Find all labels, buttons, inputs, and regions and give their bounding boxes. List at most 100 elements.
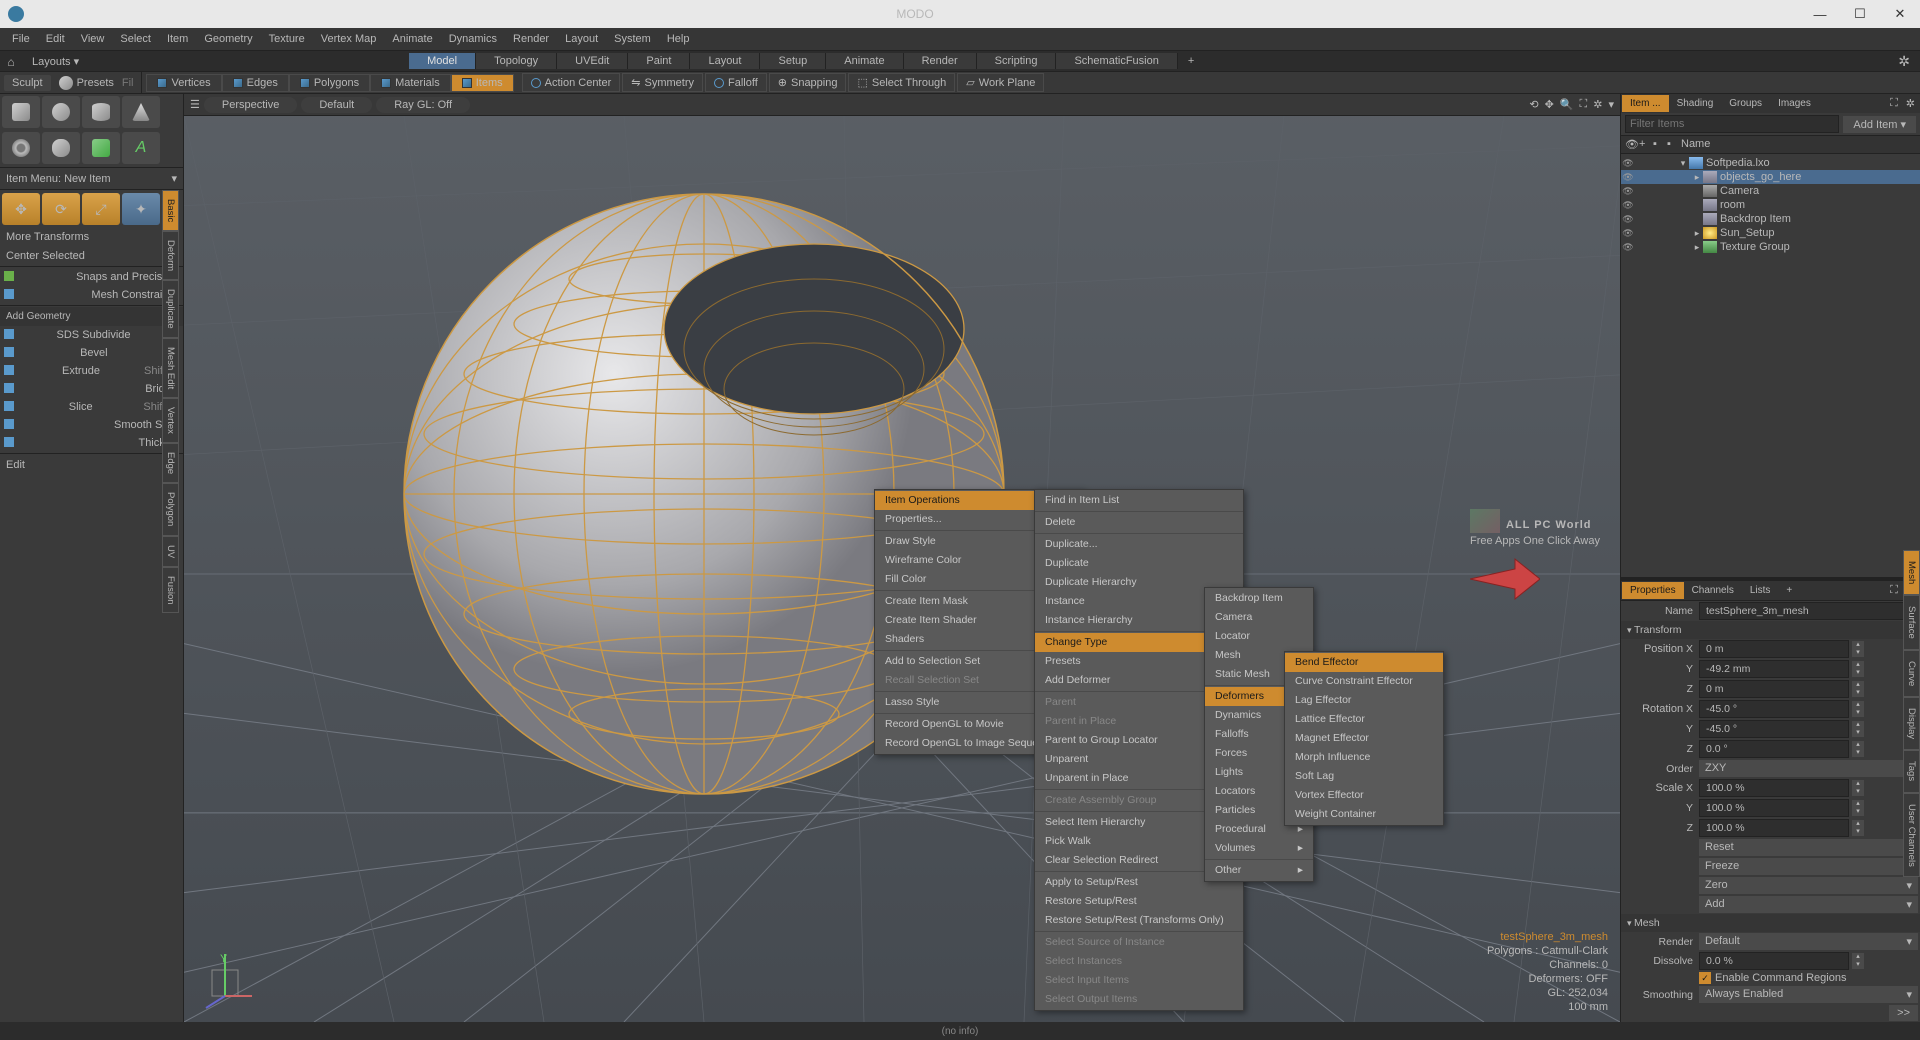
item-tree[interactable]: 👁▾Softpedia.lxo👁▸objects_go_here👁Camera👁… (1621, 154, 1920, 577)
item-menu-dropdown[interactable]: Item Menu: New Item▾ (0, 169, 183, 188)
scale-y-field[interactable]: 100.0 % (1699, 799, 1849, 817)
settings-gear-icon[interactable]: ✲ (1888, 53, 1920, 70)
context-menu-deformers[interactable]: Bend EffectorCurve Constraint EffectorLa… (1284, 651, 1444, 826)
menu-item[interactable]: Duplicate (1035, 554, 1243, 573)
tab-animate[interactable]: Animate (826, 53, 903, 69)
tree-row[interactable]: 👁▸Sun_Setup (1621, 226, 1920, 240)
rvtab-tags[interactable]: Tags (1903, 750, 1920, 792)
tab-scripting[interactable]: Scripting (977, 53, 1057, 69)
vtab-deform[interactable]: Deform (162, 231, 179, 280)
window-close-button[interactable]: ✕ (1880, 0, 1920, 28)
snaps-precision-item[interactable]: Snaps and Precision (0, 268, 183, 286)
name-field[interactable]: testSphere_3m_mesh (1699, 602, 1918, 620)
position-z-field[interactable]: 0 m (1699, 680, 1849, 698)
menu-item[interactable]: Camera (1205, 608, 1313, 627)
position-y-field[interactable]: -49.2 mm (1699, 660, 1849, 678)
mode-items[interactable]: Items (451, 74, 514, 92)
primitive-cylinder-button[interactable] (82, 96, 120, 128)
window-minimize-button[interactable]: — (1800, 0, 1840, 28)
layouts-dropdown[interactable]: Layouts ▾ (22, 55, 89, 68)
tab-add-prop[interactable]: + (1778, 582, 1800, 599)
menu-layout[interactable]: Layout (557, 28, 606, 50)
primitive-sphere-button[interactable] (42, 96, 80, 128)
tab-channels[interactable]: Channels (1684, 582, 1742, 599)
tab-paint[interactable]: Paint (628, 53, 690, 69)
edit-dropdown[interactable]: Edit▾ (0, 455, 183, 474)
add-item-button[interactable]: Add Item ▾ (1843, 116, 1916, 133)
mode-polygons[interactable]: Polygons (289, 74, 370, 92)
transform-section-header[interactable]: Transform (1621, 621, 1920, 639)
render-select[interactable]: Default▾ (1699, 933, 1918, 950)
menu-select[interactable]: Select (112, 28, 159, 50)
op-bridge[interactable]: Bridge (0, 380, 183, 398)
tree-row[interactable]: 👁Backdrop Item (1621, 212, 1920, 226)
tab-images[interactable]: Images (1770, 95, 1819, 112)
menu-item[interactable]: Locator (1205, 627, 1313, 646)
tab-add-button[interactable]: + (1178, 53, 1204, 69)
menu-item[interactable]: Find in Item List (1035, 491, 1243, 510)
3d-viewport[interactable]: ☰ Perspective Default Ray GL: Off ⟲ ✥ 🔍 … (184, 94, 1620, 1022)
op-extrude[interactable]: ExtrudeShift-X (0, 362, 183, 380)
vtab-uv[interactable]: UV (162, 536, 179, 567)
tab-uvedit[interactable]: UVEdit (557, 53, 628, 69)
tab-layout[interactable]: Layout (690, 53, 760, 69)
tab-topology[interactable]: Topology (476, 53, 557, 69)
scale-x-field[interactable]: 100.0 % (1699, 779, 1849, 797)
rotation-z-field[interactable]: 0.0 ° (1699, 740, 1849, 758)
view-perspective-dropdown[interactable]: Perspective (204, 97, 297, 113)
tab-groups[interactable]: Groups (1721, 95, 1770, 112)
center-selected-dropdown[interactable]: Center Selected▾ (0, 246, 183, 265)
sculpt-button[interactable]: Sculpt (4, 75, 51, 91)
menu-item[interactable]: Soft Lag (1285, 767, 1443, 786)
menu-item[interactable]: Vortex Effector (1285, 786, 1443, 805)
tree-row[interactable]: 👁▾Softpedia.lxo (1621, 156, 1920, 170)
nav-orbit-icon[interactable]: ⟲ (1529, 98, 1538, 111)
presets-button[interactable]: PresetsFil (55, 76, 138, 90)
tab-model[interactable]: Model (409, 53, 476, 69)
manipulator-arrow[interactable] (1470, 554, 1540, 604)
op-bevel[interactable]: BevelB (0, 344, 183, 362)
op-slice[interactable]: SliceShift-C (0, 398, 183, 416)
view-raygl-toggle[interactable]: Ray GL: Off (376, 97, 470, 113)
more-button[interactable]: >> (1889, 1005, 1918, 1021)
menu-system[interactable]: System (606, 28, 659, 50)
tab-setup[interactable]: Setup (760, 53, 826, 69)
snapping-button[interactable]: ⊕Snapping (769, 73, 847, 92)
eye-column-icon[interactable]: 👁 (1621, 136, 1635, 153)
primitive-plane-button[interactable] (82, 132, 120, 164)
menu-vertex-map[interactable]: Vertex Map (313, 28, 385, 50)
tab-schematic-fusion[interactable]: SchematicFusion (1056, 53, 1177, 69)
op-sds-subdivide[interactable]: SDS SubdivideD (0, 326, 183, 344)
smoothing-select[interactable]: Always Enabled▾ (1699, 986, 1918, 1003)
vtab-polygon[interactable]: Polygon (162, 483, 179, 535)
menu-item[interactable]: Duplicate... (1035, 535, 1243, 554)
transform-universal-button[interactable]: ✦ (122, 193, 160, 225)
primitive-capsule-button[interactable] (42, 132, 80, 164)
primitive-torus-button[interactable] (2, 132, 40, 164)
menu-render[interactable]: Render (505, 28, 557, 50)
symmetry-button[interactable]: ⇋Symmetry (622, 73, 703, 92)
transform-scale-button[interactable]: ⤢ (82, 193, 120, 225)
menu-item[interactable]: Restore Setup/Rest (1035, 892, 1243, 911)
nav-zoom-icon[interactable]: 🔍 (1560, 98, 1574, 111)
prop-expand-icon[interactable]: ⛶ (1886, 584, 1902, 597)
menu-item[interactable]: Other (1205, 861, 1313, 880)
window-maximize-button[interactable]: ☐ (1840, 0, 1880, 28)
tree-row[interactable]: 👁room (1621, 198, 1920, 212)
transform-rotate-button[interactable]: ⟳ (42, 193, 80, 225)
tab-item-list[interactable]: Item ... (1622, 95, 1669, 112)
menu-item[interactable]: Item (159, 28, 196, 50)
panel-expand-icon[interactable]: ⛶ (1886, 97, 1902, 110)
work-plane-button[interactable]: ▱Work Plane (957, 73, 1044, 92)
more-transforms-dropdown[interactable]: More Transforms▾ (0, 227, 183, 246)
rvtab-display[interactable]: Display (1903, 697, 1920, 750)
vtab-vertex[interactable]: Vertex (162, 398, 179, 443)
rotation-x-field[interactable]: -45.0 ° (1699, 700, 1849, 718)
reset-button[interactable]: Reset▾ (1699, 839, 1918, 856)
vtab-basic[interactable]: Basic (162, 190, 179, 231)
add-button[interactable]: Add▾ (1699, 896, 1918, 913)
menu-item[interactable]: Volumes (1205, 839, 1313, 858)
action-center-button[interactable]: Action Center (522, 73, 621, 92)
tree-row[interactable]: 👁▸objects_go_here (1621, 170, 1920, 184)
viewport-dropdown-icon[interactable]: ▾ (1608, 98, 1614, 111)
